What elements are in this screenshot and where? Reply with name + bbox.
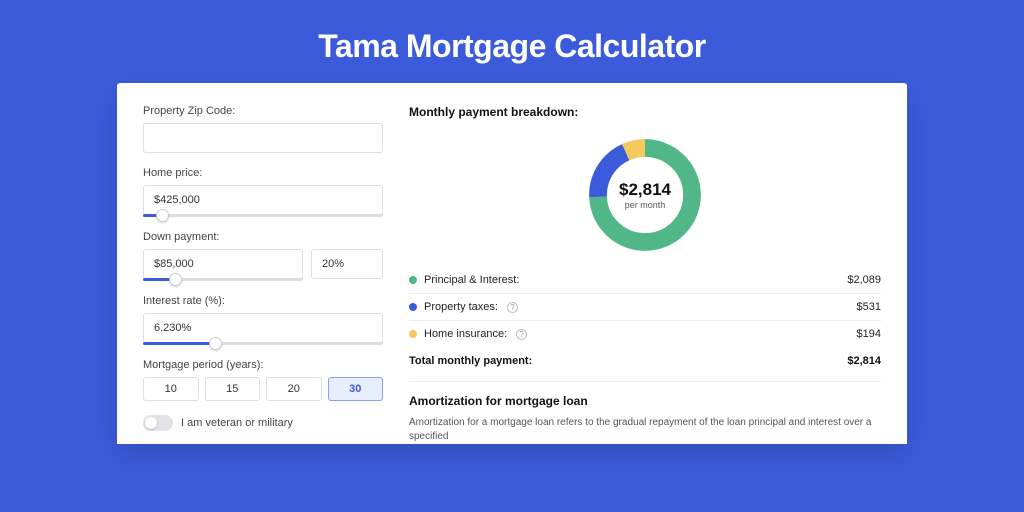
mortgage-period-label: Mortgage period (years): xyxy=(143,359,383,371)
legend-value: $2,089 xyxy=(847,274,881,286)
period-option-20[interactable]: 20 xyxy=(266,377,322,401)
down-payment-label: Down payment: xyxy=(143,231,383,243)
period-option-15[interactable]: 15 xyxy=(205,377,261,401)
slider-thumb-icon[interactable] xyxy=(156,209,169,222)
donut-amount: $2,814 xyxy=(619,180,671,200)
down-payment-slider[interactable] xyxy=(143,278,303,281)
donut-caption: per month xyxy=(625,200,666,210)
amortization-body: Amortization for a mortgage loan refers … xyxy=(409,416,881,444)
legend-value: $531 xyxy=(857,301,881,313)
slider-thumb-icon[interactable] xyxy=(209,337,222,350)
veteran-row: I am veteran or military xyxy=(143,415,383,431)
legend-dot-icon xyxy=(409,303,417,311)
field-home-price: Home price: xyxy=(143,167,383,217)
period-option-30[interactable]: 30 xyxy=(328,377,384,401)
donut-center: $2,814 per month xyxy=(583,133,707,257)
total-value: $2,814 xyxy=(847,355,881,367)
zip-input[interactable] xyxy=(143,123,383,153)
period-option-10[interactable]: 10 xyxy=(143,377,199,401)
home-price-input[interactable] xyxy=(143,185,383,215)
field-mortgage-period: Mortgage period (years): 10152030 xyxy=(143,359,383,401)
field-interest-rate: Interest rate (%): xyxy=(143,295,383,345)
legend-label: Home insurance: xyxy=(424,328,507,340)
calculator-card: Property Zip Code: Home price: Down paym… xyxy=(117,83,907,444)
breakdown-title: Monthly payment breakdown: xyxy=(409,105,881,119)
down-payment-pct-input[interactable] xyxy=(311,249,383,279)
legend-label: Principal & Interest: xyxy=(424,274,519,286)
help-icon[interactable]: ? xyxy=(516,329,527,340)
down-payment-input[interactable] xyxy=(143,249,303,279)
interest-rate-input[interactable] xyxy=(143,313,383,343)
slider-thumb-icon[interactable] xyxy=(169,273,182,286)
field-down-payment: Down payment: xyxy=(143,231,383,281)
legend-dot-icon xyxy=(409,330,417,338)
legend-row-1: Property taxes:? $531 xyxy=(409,294,881,321)
amortization-title: Amortization for mortgage loan xyxy=(409,394,881,408)
legend-row-2: Home insurance:? $194 xyxy=(409,321,881,347)
input-panel: Property Zip Code: Home price: Down paym… xyxy=(143,105,383,444)
amortization-section: Amortization for mortgage loan Amortizat… xyxy=(409,381,881,444)
interest-rate-slider[interactable] xyxy=(143,342,383,345)
veteran-label: I am veteran or military xyxy=(181,417,293,429)
zip-label: Property Zip Code: xyxy=(143,105,383,117)
legend-row-0: Principal & Interest: $2,089 xyxy=(409,267,881,294)
home-price-slider[interactable] xyxy=(143,214,383,217)
page-title: Tama Mortgage Calculator xyxy=(0,0,1024,83)
field-zip: Property Zip Code: xyxy=(143,105,383,153)
help-icon[interactable]: ? xyxy=(507,302,518,313)
total-row: Total monthly payment: $2,814 xyxy=(409,347,881,377)
legend-label: Property taxes: xyxy=(424,301,498,313)
legend-dot-icon xyxy=(409,276,417,284)
donut-chart: $2,814 per month xyxy=(409,127,881,267)
interest-rate-label: Interest rate (%): xyxy=(143,295,383,307)
home-price-label: Home price: xyxy=(143,167,383,179)
legend-value: $194 xyxy=(857,328,881,340)
results-panel: Monthly payment breakdown: $2,814 per mo… xyxy=(409,105,881,444)
veteran-toggle[interactable] xyxy=(143,415,173,431)
total-label: Total monthly payment: xyxy=(409,355,532,367)
